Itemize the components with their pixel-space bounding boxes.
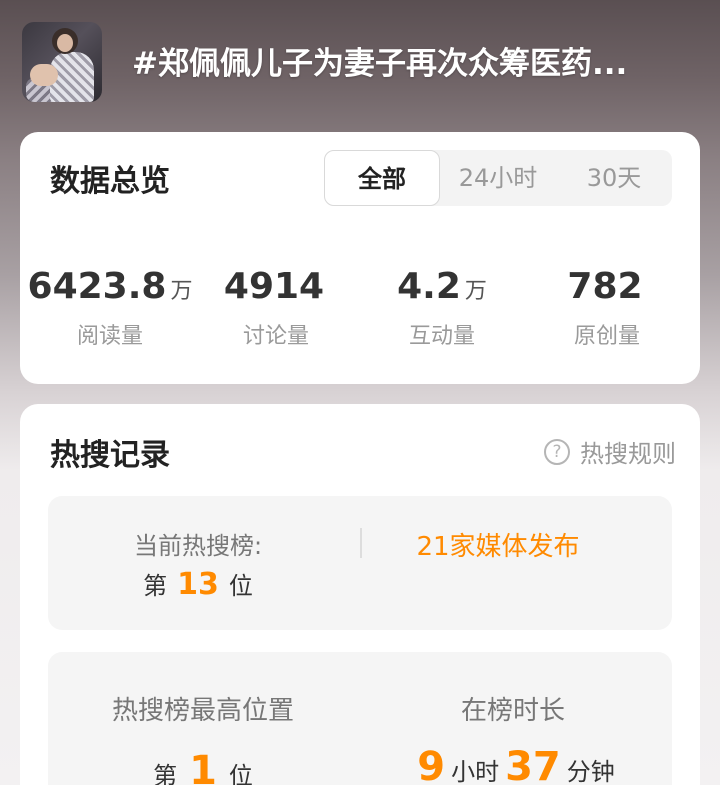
hot-search-rules-link[interactable]: ? 热搜规则	[544, 434, 676, 469]
rules-label: 热搜规则	[580, 440, 676, 468]
thumbnail-detail	[57, 34, 73, 52]
stat-number: 4914	[223, 266, 325, 307]
topic-header: #郑佩佩儿子为妻子再次众筹医药...	[0, 0, 720, 130]
media-count-link[interactable]: 21家媒体发布	[388, 526, 608, 563]
rank-suffix: 位	[228, 762, 253, 785]
stat-label: 讨论量	[242, 324, 309, 349]
stat-label: 阅读量	[76, 324, 143, 349]
rank-prefix: 第	[143, 572, 168, 600]
duration-minutes: 37	[505, 744, 561, 785]
rank-suffix: 位	[228, 572, 253, 600]
stat-number: 4.2	[397, 266, 461, 307]
hot-search-card: 热搜记录 ? 热搜规则 当前热搜榜: 第 13 位 21家媒体发布 热搜榜最高位置 …	[20, 404, 700, 785]
overview-title: 数据总览	[50, 164, 170, 199]
hot-search-title: 热搜记录	[50, 438, 170, 473]
current-rank-panel: 当前热搜榜: 第 13 位 21家媒体发布	[48, 496, 672, 630]
peak-rank-number: 1	[189, 748, 217, 785]
stat-discussions: 4914 讨论量	[191, 265, 361, 350]
stat-number: 6423.8	[27, 266, 167, 307]
stat-unit: 万	[464, 279, 487, 304]
rank-prefix: 第	[153, 762, 178, 785]
peak-rank: 第1位	[78, 748, 328, 785]
divider	[360, 528, 362, 558]
hours-unit: 小时	[451, 758, 500, 785]
tab-24h[interactable]: 24小时	[440, 150, 556, 206]
tab-30d[interactable]: 30天	[556, 150, 672, 206]
stat-value: 6423.8 万	[25, 265, 195, 314]
stat-reads: 6423.8 万 阅读量	[25, 265, 195, 350]
topic-title: #郑佩佩儿子为妻子再次众筹医药...	[132, 46, 628, 82]
stat-unit: 万	[170, 279, 193, 304]
stat-value: 4914	[191, 265, 361, 314]
minutes-unit: 分钟	[566, 758, 615, 785]
stat-label: 互动量	[408, 324, 475, 349]
current-rank-label: 当前热搜榜:	[133, 532, 263, 560]
time-range-tabs: 全部 24小时 30天	[324, 150, 672, 206]
duration-value: 9 小时 37 分钟	[378, 744, 648, 785]
current-rank: 第 13 位	[108, 566, 288, 602]
stat-value: 4.2 万	[357, 265, 527, 314]
stat-label: 原创量	[573, 324, 640, 349]
overview-card: 数据总览 全部 24小时 30天 6423.8 万 阅读量 4914 讨论量 4.…	[20, 132, 700, 384]
stat-originals: 782 原创量	[522, 265, 692, 350]
peak-rank-label: 热搜榜最高位置	[111, 696, 294, 726]
duration-label: 在榜时长	[460, 696, 565, 726]
topic-thumbnail[interactable]	[22, 22, 102, 102]
current-rank-number: 13	[177, 567, 219, 602]
duration-hours: 9	[417, 744, 446, 785]
tab-all[interactable]: 全部	[324, 150, 440, 206]
stat-interactions: 4.2 万 互动量	[357, 265, 527, 350]
thumbnail-detail	[30, 64, 58, 86]
stat-number: 782	[567, 266, 643, 307]
help-icon: ?	[544, 438, 570, 465]
stat-value: 782	[522, 265, 692, 314]
peak-rank-panel: 热搜榜最高位置 第1位 在榜时长 9 小时 37 分钟	[48, 652, 672, 785]
